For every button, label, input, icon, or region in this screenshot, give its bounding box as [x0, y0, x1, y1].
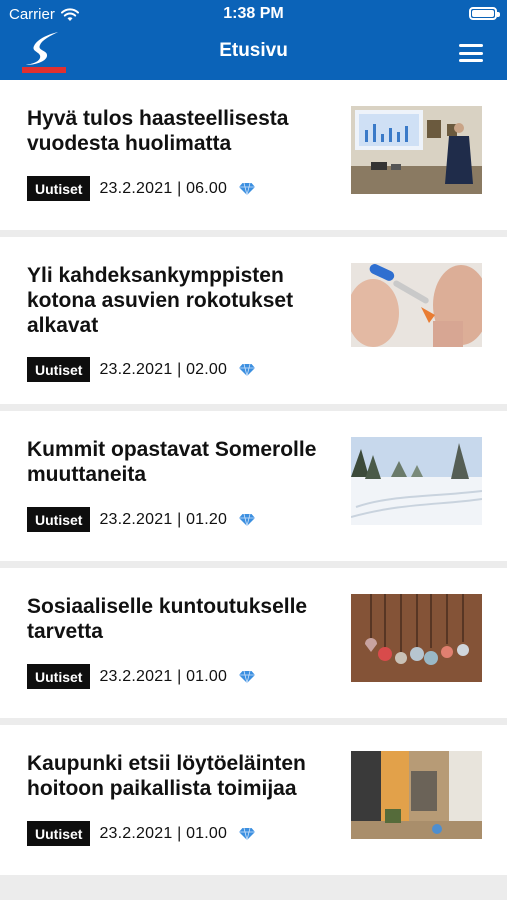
article-card[interactable]: Kaupunki etsii löytöeläinten hoitoon pai…	[0, 725, 507, 875]
article-meta: Uutiset 23.2.2021 | 06.00	[27, 176, 256, 201]
category-badge[interactable]: Uutiset	[27, 507, 91, 532]
article-thumbnail[interactable]	[351, 751, 482, 839]
article-card[interactable]: Sosiaaliselle kuntoutukselle tarvetta Uu…	[0, 568, 507, 718]
animal-shelter-photo	[351, 751, 482, 839]
winter-park-photo	[351, 437, 482, 525]
article-title[interactable]: Sosiaaliselle kuntoutukselle tarvetta	[27, 594, 327, 644]
article-date: 23.2.2021 | 06.00	[99, 179, 228, 197]
category-badge[interactable]: Uutiset	[27, 176, 91, 201]
article-card[interactable]: Hyvä tulos haasteellisesta vuodesta huol…	[0, 80, 507, 230]
vaccination-photo	[351, 263, 482, 347]
article-date: 23.2.2021 | 01.00	[99, 824, 228, 842]
menu-line	[459, 51, 483, 55]
diamond-icon	[239, 363, 256, 376]
article-date: 23.2.2021 | 01.20	[99, 510, 228, 528]
diamond-icon	[239, 670, 256, 683]
article-thumbnail[interactable]	[351, 437, 482, 525]
presentation-photo	[351, 106, 482, 194]
article-date: 23.2.2021 | 01.00	[99, 667, 228, 685]
category-badge[interactable]: Uutiset	[27, 357, 91, 382]
battery-icon	[469, 7, 500, 20]
hamburger-menu-button[interactable]	[459, 44, 483, 62]
diamond-icon	[239, 182, 256, 195]
article-meta: Uutiset 23.2.2021 | 01.20	[27, 507, 256, 532]
category-badge[interactable]: Uutiset	[27, 821, 91, 846]
article-thumbnail[interactable]	[351, 594, 482, 682]
article-meta: Uutiset 23.2.2021 | 01.00	[27, 821, 256, 846]
menu-line	[459, 59, 483, 62]
menu-line	[459, 44, 483, 47]
news-feed: Hyvä tulos haasteellisesta vuodesta huol…	[0, 80, 507, 882]
app-header: Carrier 1:38 PM Etusivu	[0, 0, 507, 80]
article-card[interactable]: Kummit opastavat Somerolle muuttaneita U…	[0, 411, 507, 561]
article-meta: Uutiset 23.2.2021 | 01.00	[27, 664, 256, 689]
handicraft-photo	[351, 594, 482, 682]
article-date: 23.2.2021 | 02.00	[99, 360, 228, 378]
article-title[interactable]: Hyvä tulos haasteellisesta vuodesta huol…	[27, 106, 327, 156]
article-meta: Uutiset 23.2.2021 | 02.00	[27, 357, 256, 382]
article-title[interactable]: Kaupunki etsii löytöeläinten hoitoon pai…	[27, 751, 327, 801]
diamond-icon	[239, 827, 256, 840]
status-time: 1:38 PM	[223, 5, 284, 22]
diamond-icon	[239, 513, 256, 526]
article-thumbnail[interactable]	[351, 106, 482, 194]
status-bar: Carrier 1:38 PM	[0, 0, 507, 28]
article-title[interactable]: Kummit opastavat Somerolle muuttaneita	[27, 437, 327, 487]
article-card[interactable]: Yli kahdeksankymppisten kotona asuvien r…	[0, 237, 507, 404]
article-title[interactable]: Yli kahdeksankymppisten kotona asuvien r…	[27, 263, 327, 338]
page-title: Etusivu	[219, 40, 288, 61]
category-badge[interactable]: Uutiset	[27, 664, 91, 689]
article-thumbnail[interactable]	[351, 263, 482, 347]
